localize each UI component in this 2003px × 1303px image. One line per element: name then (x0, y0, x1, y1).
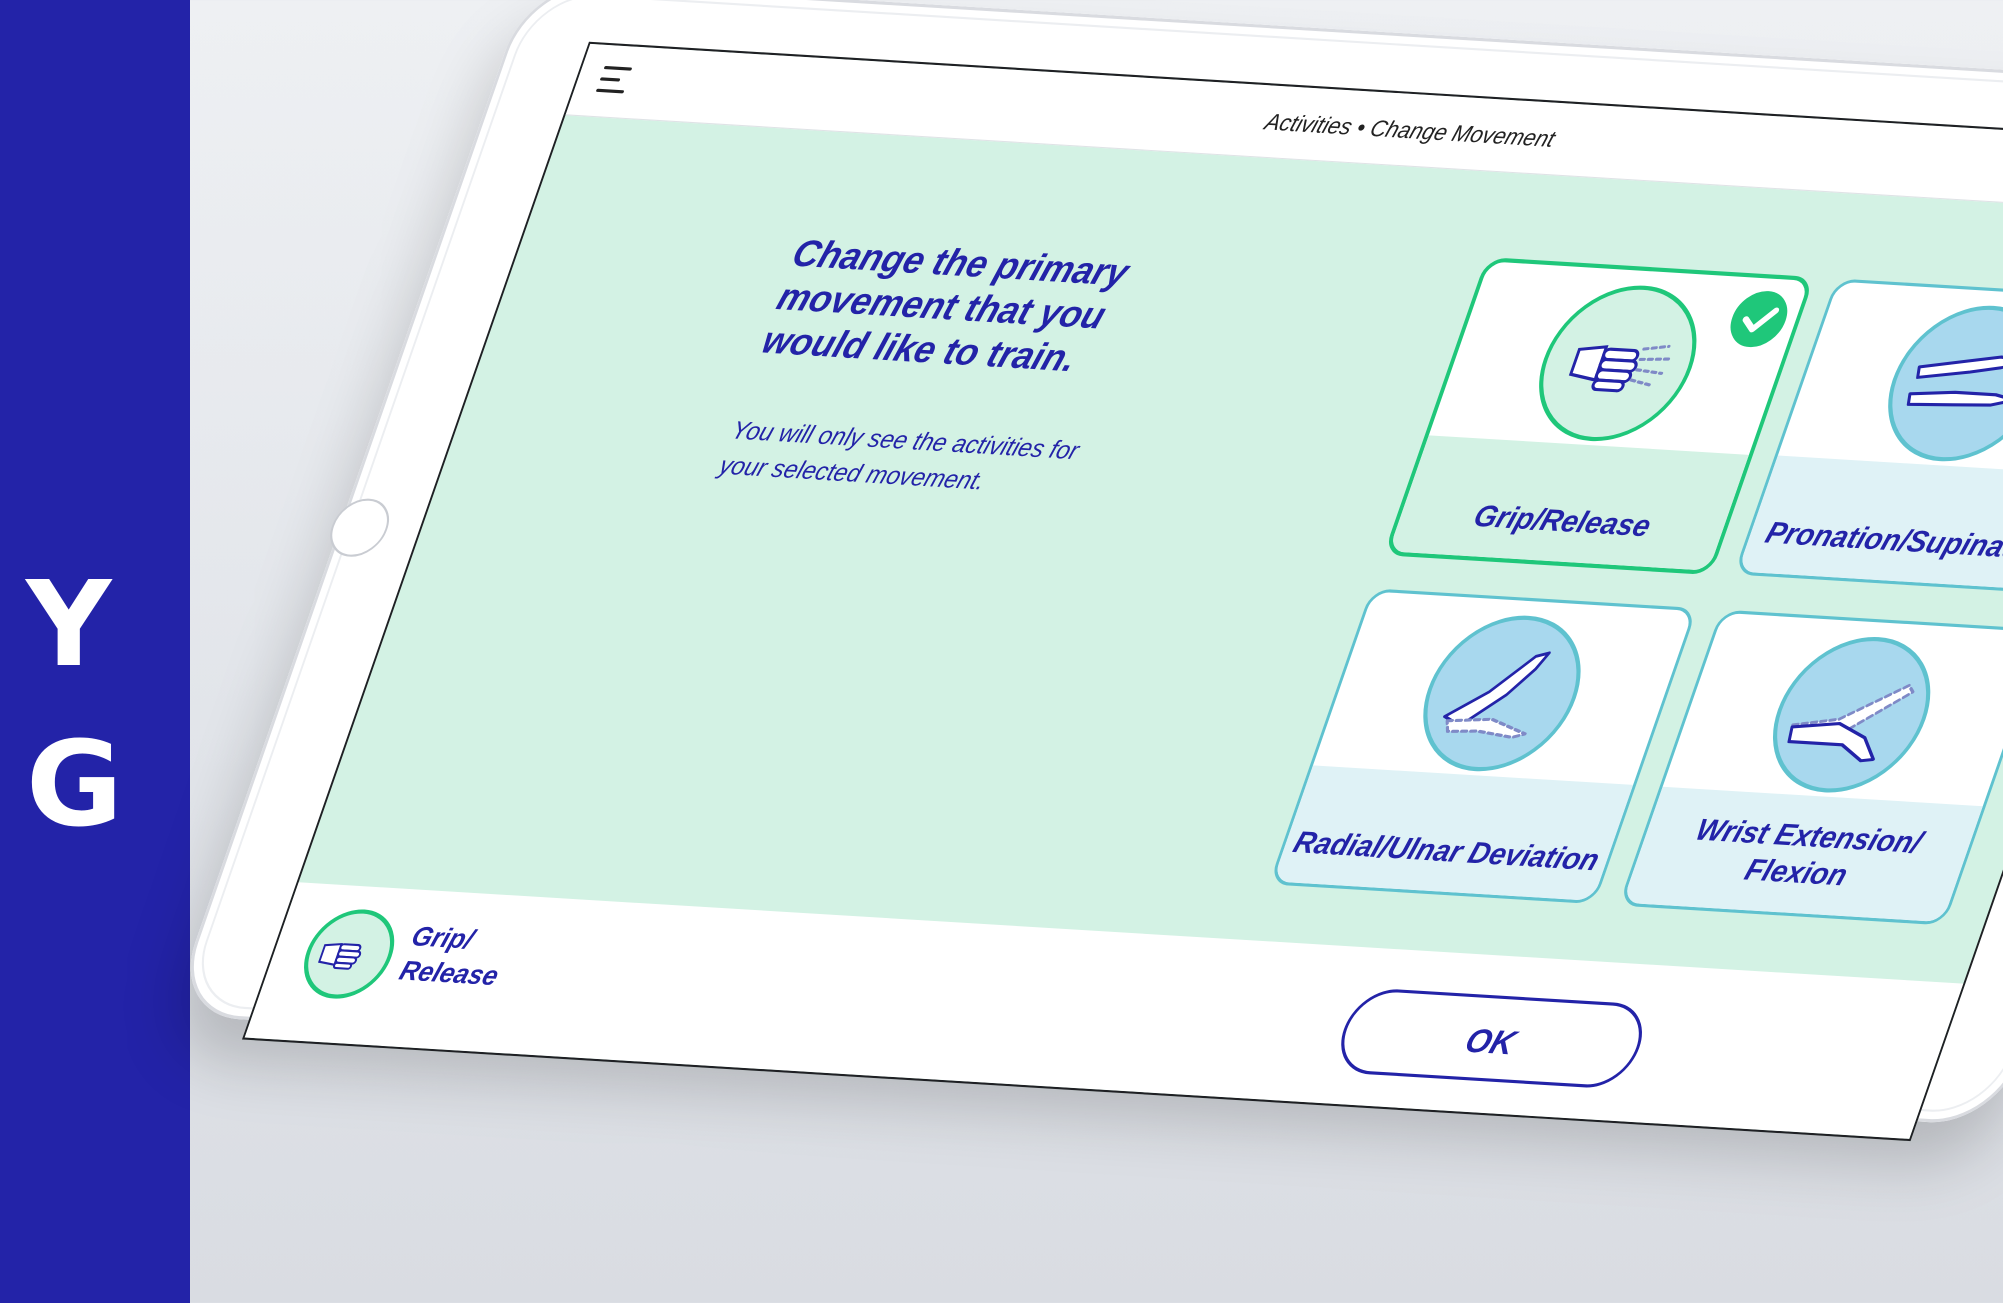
instructions-heading: Change the primary movement that you wou… (756, 231, 1135, 380)
selected-movement-label: Grip/ Release (395, 920, 504, 991)
bottom-bar: Grip/ Release OK (244, 882, 1964, 1139)
movement-card-radial-ulnar[interactable]: Radial/Ulnar Deviation (1268, 588, 1698, 905)
brand-letter-y: Y (26, 555, 112, 693)
instructions-subtext: You will only see the activities for you… (715, 416, 1083, 496)
instructions: Change the primary movement that you wou… (714, 231, 1156, 505)
grip-release-hand-icon (1516, 281, 1719, 446)
radial-ulnar-deviation-hand-icon (1400, 611, 1603, 776)
pronation-supination-hand-icon (1865, 301, 2003, 466)
tablet-device: Activities • Change Movement Change the … (170, 0, 2003, 1142)
ok-button[interactable]: OK (1329, 986, 1655, 1090)
grip-release-hand-icon (291, 906, 407, 1002)
wrist-extension-flexion-hand-icon (1750, 632, 1953, 797)
selected-check-icon (1717, 285, 1801, 354)
brand-letter-g: G (26, 715, 123, 853)
brand-sidebar: Y G (0, 0, 190, 1303)
